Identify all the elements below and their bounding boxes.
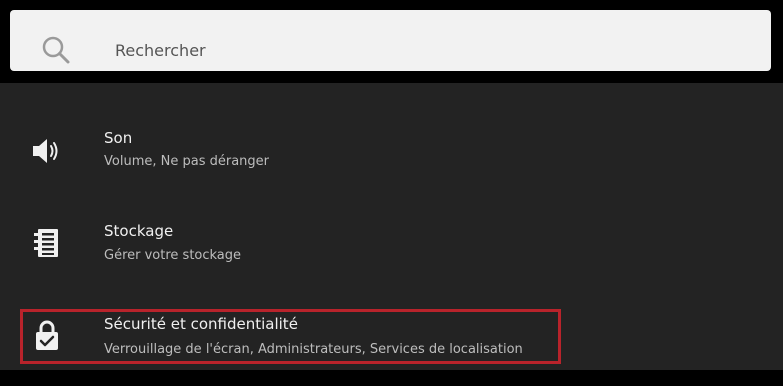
lock-icon (30, 318, 64, 352)
search-field[interactable]: Rechercher (10, 10, 771, 71)
settings-item-subtitle: Volume, Ne pas déranger (104, 154, 269, 169)
search-icon[interactable] (40, 34, 72, 66)
settings-item-sound[interactable]: Son Volume, Ne pas déranger (0, 120, 783, 200)
settings-item-subtitle: Gérer votre stockage (104, 248, 242, 263)
settings-item-subtitle: Verrouillage de l'écran, Administrateurs… (104, 342, 523, 357)
settings-item-title: Son (104, 129, 133, 147)
settings-item-title: Stockage (104, 222, 174, 240)
settings-item-security[interactable]: Sécurité et confidentialité Verrouillage… (0, 306, 783, 386)
settings-item-title: Sécurité et confidentialité (104, 315, 298, 333)
top-bar: Rechercher (0, 0, 783, 83)
settings-item-storage[interactable]: Stockage Gérer votre stockage (0, 214, 783, 294)
speaker-icon (30, 134, 64, 168)
storage-icon (30, 227, 64, 261)
search-placeholder[interactable]: Rechercher (115, 41, 206, 61)
